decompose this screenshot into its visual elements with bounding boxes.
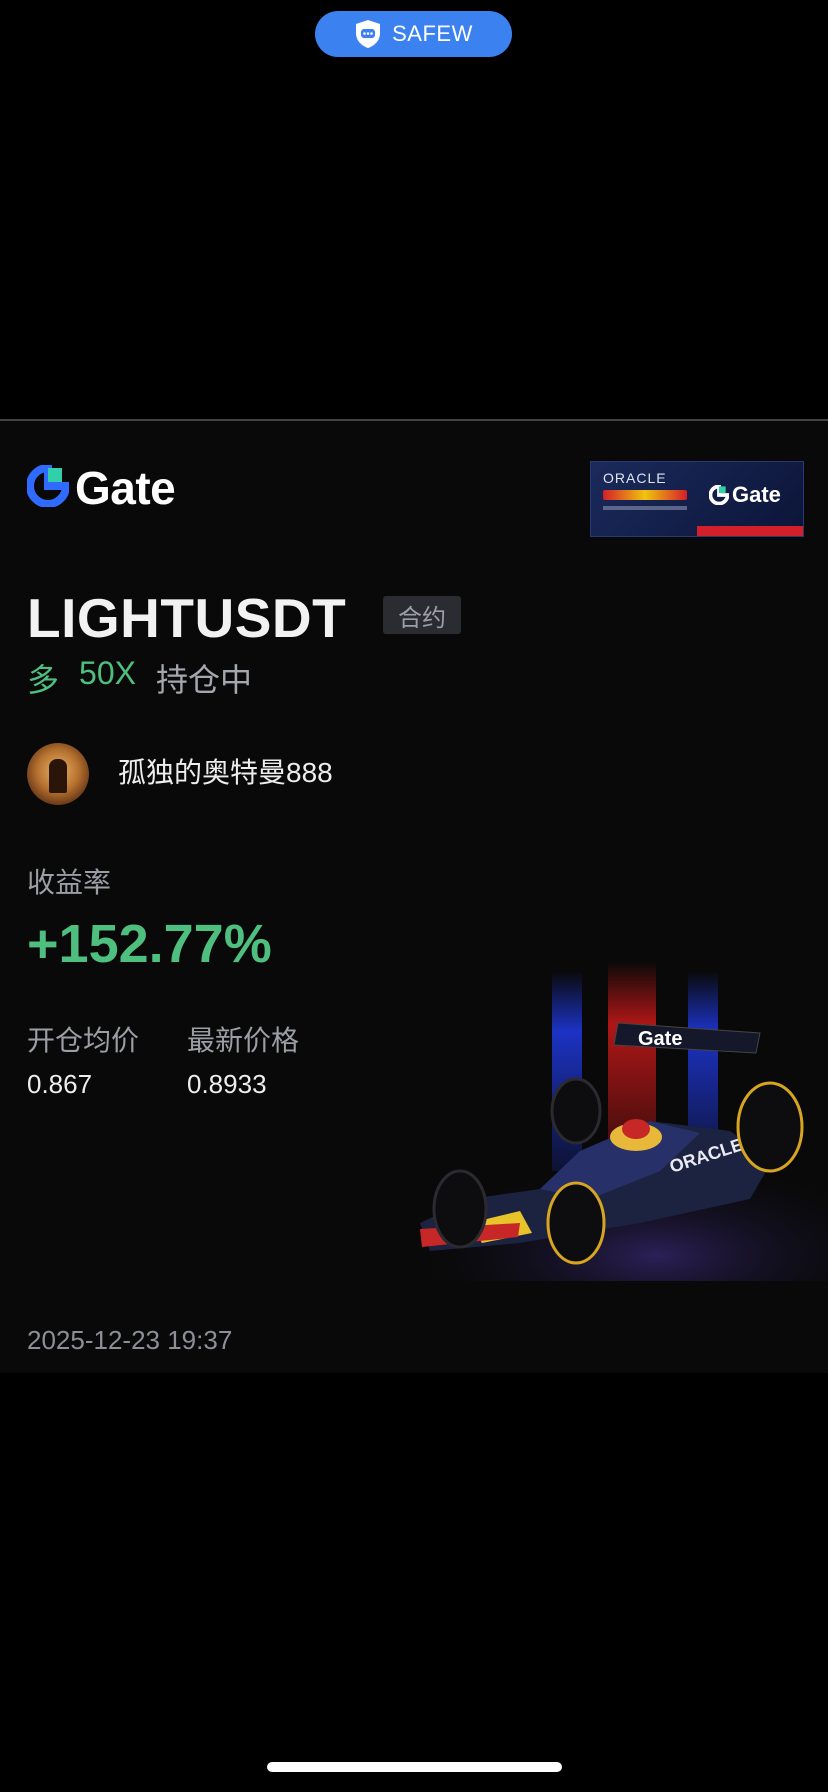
share-card: Gate ORACLE Gate LIGHTUSDT 合约 多 50X 持仓中 <box>0 419 828 1373</box>
gate-logo: Gate <box>26 462 176 514</box>
gate-small-icon <box>709 485 729 505</box>
roi-label: 收益率 <box>27 867 112 898</box>
screen: SAFEW Gate ORACLE Gate LIGHTUSDT 合约 多 50… <box>0 0 828 1792</box>
sponsor-gate-mark: Gate <box>709 482 781 508</box>
gate-logo-text: Gate <box>75 462 176 514</box>
position-leverage: 50X <box>79 655 136 691</box>
position-direction: 多 <box>27 662 60 698</box>
contract-symbol: LIGHTUSDT <box>27 587 347 649</box>
position-status: 持仓中 <box>155 662 252 698</box>
rear-right-wheel <box>736 1081 804 1173</box>
f1-car-illustration: Gate ORACLE <box>400 961 828 1281</box>
safew-label: SAFEW <box>392 21 473 46</box>
sponsor-badge: ORACLE Gate <box>590 461 804 537</box>
rider-avatar <box>49 759 67 793</box>
redbull-racing-subtext <box>603 506 687 510</box>
open-price-label: 开仓均价 <box>27 1025 140 1056</box>
gate-logo-icon <box>26 463 71 512</box>
oracle-text: ORACLE <box>603 470 667 486</box>
latest-price-value: 0.8933 <box>187 1069 267 1099</box>
safew-pill[interactable]: SAFEW <box>315 11 512 57</box>
roi-value: +152.77% <box>27 914 272 974</box>
rear-left-wheel <box>550 1077 602 1145</box>
position-line: 多 50X 持仓中 <box>27 655 252 701</box>
front-right-wheel <box>546 1181 606 1265</box>
open-price-value: 0.867 <box>27 1069 93 1099</box>
contract-tag: 合约 <box>383 596 461 634</box>
car-wing-text: Gate <box>638 1028 682 1050</box>
timestamp: 2025-12-23 19:37 <box>27 1325 233 1355</box>
latest-price-label: 最新价格 <box>187 1025 300 1056</box>
front-left-wheel <box>432 1169 488 1249</box>
home-indicator[interactable] <box>267 1762 562 1772</box>
sponsor-stripe <box>591 526 803 536</box>
sponsor-gate-text: Gate <box>732 482 781 507</box>
redbull-racing-mark <box>603 490 687 500</box>
username: 孤独的奥特曼888 <box>118 757 333 788</box>
shield-chat-icon <box>354 19 382 49</box>
avatar <box>27 743 89 805</box>
